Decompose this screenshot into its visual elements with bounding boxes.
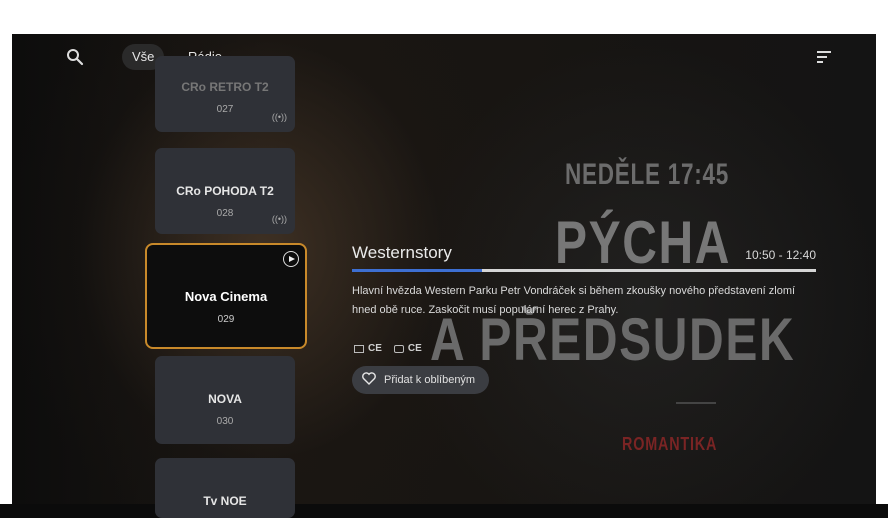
channel-name: CRo RETRO T2 bbox=[181, 80, 269, 94]
play-icon[interactable] bbox=[283, 251, 299, 267]
audio-track-label: CE bbox=[407, 343, 422, 354]
poster-schedule-text: NEDĚLE 17:45 bbox=[565, 158, 730, 191]
audio-track-tag: CE bbox=[393, 343, 422, 354]
program-title: Westernstory bbox=[352, 243, 452, 262]
channel-card-028[interactable]: CRo POHODA T2 028 ((•)) bbox=[155, 148, 295, 234]
channel-name: NOVA bbox=[208, 392, 242, 406]
channel-card-030[interactable]: NOVA 030 bbox=[155, 356, 295, 444]
program-description: Hlavní hvězda Western Parku Petr Vondráč… bbox=[352, 285, 796, 316]
poster-genre-text: ROMANTIKA bbox=[622, 434, 718, 454]
program-progress-bar bbox=[352, 269, 816, 272]
screenshot-border-top bbox=[0, 0, 888, 34]
screenshot-border-left bbox=[0, 34, 12, 504]
channel-card-027[interactable]: CRo RETRO T2 027 ((•)) bbox=[155, 56, 295, 132]
screenshot-border-right bbox=[876, 34, 888, 504]
poster-title-text: PÝCHA bbox=[555, 209, 732, 276]
radio-icon: ((•)) bbox=[271, 112, 287, 122]
program-tags: CE CE bbox=[354, 343, 422, 354]
channel-number: 029 bbox=[217, 314, 235, 325]
channel-card-031[interactable]: Tv NOE bbox=[155, 458, 295, 518]
program-time: 10:50 - 12:40 bbox=[745, 248, 816, 262]
subtitles-icon bbox=[354, 344, 364, 353]
channel-name: Nova Cinema bbox=[184, 289, 268, 304]
radio-icon: ((•)) bbox=[271, 214, 287, 224]
sort-icon[interactable] bbox=[816, 50, 832, 64]
subtitles-tag: CE bbox=[354, 343, 382, 354]
subtitles-label: CE bbox=[368, 343, 382, 354]
channel-name: Tv NOE bbox=[203, 494, 247, 508]
audio-track-icon bbox=[393, 344, 404, 353]
add-to-favorites-label: Přidat k oblíbeným bbox=[384, 374, 476, 386]
search-icon[interactable] bbox=[66, 48, 84, 66]
channel-name: CRo POHODA T2 bbox=[176, 184, 274, 198]
poster-divider bbox=[676, 402, 716, 404]
heart-icon bbox=[362, 372, 376, 388]
channel-number: 030 bbox=[216, 416, 234, 427]
channel-card-029-focused[interactable]: Nova Cinema 029 bbox=[145, 243, 307, 349]
add-to-favorites-button[interactable]: Přidat k oblíbeným bbox=[352, 366, 490, 394]
program-progress-fill bbox=[352, 269, 482, 272]
